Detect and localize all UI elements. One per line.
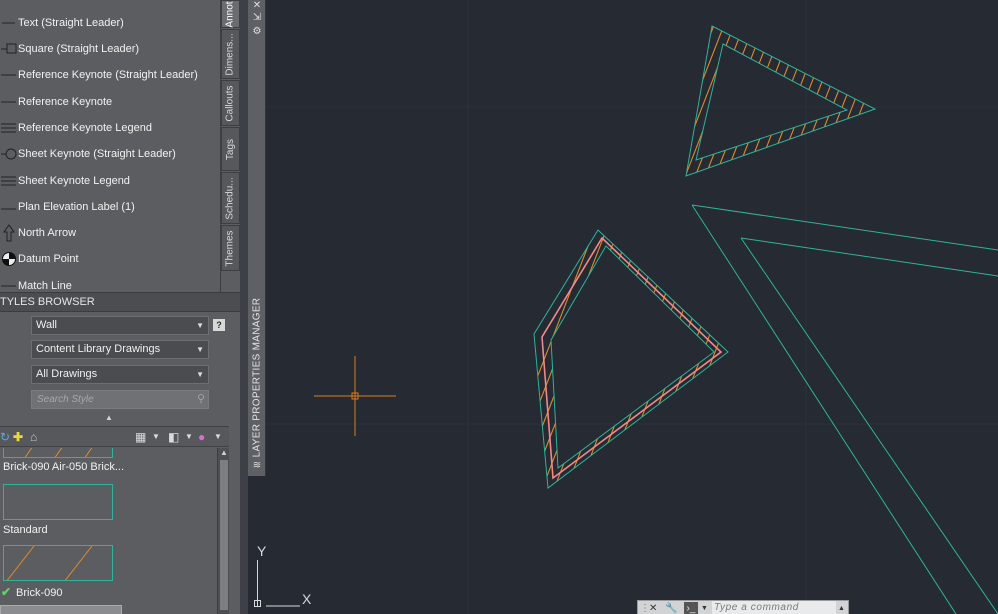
close-icon[interactable]: ✕ bbox=[649, 602, 657, 614]
sheet-keynote-leader-icon bbox=[0, 145, 18, 163]
current-style-check-icon: ✔ bbox=[1, 585, 12, 599]
ucs-x-label: X bbox=[302, 591, 312, 607]
tab-callouts[interactable]: Callouts bbox=[221, 80, 240, 126]
drawing-geometry: Y X bbox=[266, 0, 998, 614]
tool-match-line[interactable]: Match Line bbox=[0, 275, 222, 292]
chevron-down-icon[interactable]: ▼ bbox=[214, 429, 222, 445]
style-name[interactable]: Brick-090 Air-050 Brick... bbox=[3, 461, 124, 473]
purge-icon[interactable]: ⌂ bbox=[30, 429, 37, 445]
tab-themes[interactable]: Themes bbox=[221, 225, 240, 271]
display-icon[interactable]: ◧ bbox=[168, 429, 179, 445]
source-dropdown[interactable]: Content Library Drawings ▼ bbox=[31, 340, 209, 359]
ucs-y-axis-label: Y bbox=[257, 543, 267, 559]
chevron-down-icon: ▼ bbox=[196, 321, 204, 330]
next-style-swatch[interactable] bbox=[0, 605, 122, 614]
tool-palette: Text (Straight Leader) Square (Straight … bbox=[0, 0, 222, 292]
color-wheel-icon[interactable]: ● bbox=[198, 429, 205, 445]
tool-square-straight-leader[interactable]: Square (Straight Leader) bbox=[0, 38, 222, 60]
elevation-label-icon bbox=[0, 198, 18, 216]
collapse-arrow-icon[interactable]: ▲ bbox=[105, 413, 113, 422]
style-name[interactable]: Standard bbox=[3, 524, 48, 536]
filter-dropdown[interactable]: All Drawings ▼ bbox=[31, 365, 209, 384]
command-line[interactable]: ⋮ ✕ 🔧 ›_ ▼ Type a command ▲ bbox=[637, 600, 849, 614]
chevron-down-icon: ▼ bbox=[196, 345, 204, 354]
layers-icon[interactable]: ≋ bbox=[250, 460, 264, 472]
tool-datum-point[interactable]: Datum Point bbox=[0, 248, 222, 270]
ucs-origin-box bbox=[254, 600, 261, 607]
styles-browser-title: TYLES BROWSER bbox=[0, 292, 240, 312]
layer-properties-manager-strip: ✕ ⇲ ⚙ LAYER PROPERTIES MANAGER ≋ bbox=[248, 0, 266, 476]
pin-icon[interactable]: ⇲ bbox=[250, 12, 264, 24]
chevron-down-icon[interactable]: ▼ bbox=[152, 429, 160, 445]
tool-reference-keynote[interactable]: Reference Keynote bbox=[0, 91, 222, 113]
autocad-window: Text (Straight Leader) Square (Straight … bbox=[0, 0, 998, 614]
tab-annotation[interactable]: Annot bbox=[221, 0, 240, 28]
search-icon: ⚲ bbox=[196, 393, 205, 405]
command-input[interactable]: Type a command bbox=[712, 601, 836, 614]
keynote-icon bbox=[0, 93, 18, 111]
style-name[interactable]: Brick-090 bbox=[16, 587, 62, 599]
chevron-down-icon: ▼ bbox=[196, 370, 204, 379]
match-line-icon bbox=[0, 277, 18, 292]
add-style-icon[interactable]: ✚ bbox=[13, 429, 23, 445]
properties-icon[interactable]: ⚙ bbox=[250, 26, 264, 38]
tab-tags[interactable]: Tags bbox=[221, 127, 240, 171]
keynote-leader-icon bbox=[0, 66, 18, 84]
chevron-down-icon[interactable]: ▼ bbox=[701, 602, 708, 614]
palette-divider bbox=[240, 0, 248, 614]
panel-edge bbox=[229, 426, 240, 614]
tool-reference-keynote-straight-leader[interactable]: Reference Keynote (Straight Leader) bbox=[0, 64, 222, 86]
refresh-icon[interactable]: ↻ bbox=[0, 429, 10, 445]
scroll-up-icon[interactable]: ▲ bbox=[220, 448, 228, 457]
help-icon[interactable]: ? bbox=[213, 319, 225, 331]
tool-palette-tabs: Annot Dimens... Callouts Tags Schedu... … bbox=[220, 0, 240, 292]
square-leader-icon bbox=[0, 40, 18, 58]
north-arrow-icon bbox=[0, 224, 18, 242]
style-list-scrollbar[interactable]: ▲ bbox=[217, 448, 229, 614]
style-list: Brick-090 Air-050 Brick... Standard ✔ Br… bbox=[0, 448, 218, 614]
drawing-canvas[interactable]: Y X bbox=[266, 0, 998, 614]
tool-reference-keynote-legend[interactable]: Reference Keynote Legend bbox=[0, 117, 222, 139]
view-grid-icon[interactable]: ▦ bbox=[135, 429, 146, 445]
layer-properties-manager-title[interactable]: LAYER PROPERTIES MANAGER bbox=[252, 287, 263, 469]
tab-dimensions[interactable]: Dimens... bbox=[221, 29, 240, 79]
selected-quad-wall[interactable] bbox=[482, 210, 770, 520]
customize-wrench-icon[interactable]: 🔧 bbox=[665, 602, 677, 614]
prompt-icon[interactable]: ›_ bbox=[684, 602, 698, 614]
scrollbar-thumb[interactable] bbox=[220, 460, 228, 610]
chevron-down-icon[interactable]: ▼ bbox=[185, 429, 193, 445]
tool-sheet-keynote-straight-leader[interactable]: Sheet Keynote (Straight Leader) bbox=[0, 143, 222, 165]
ucs-icon bbox=[266, 605, 300, 607]
triangle-wall[interactable] bbox=[646, 20, 896, 200]
tab-schedules[interactable]: Schedu... bbox=[221, 172, 240, 224]
styles-toolbar: ↻ ✚ ⌂ ▦ ▼ ◧ ▼ ● ▼ bbox=[0, 426, 229, 447]
tool-sheet-keynote-legend[interactable]: Sheet Keynote Legend bbox=[0, 170, 222, 192]
chevron-up-icon[interactable]: ▲ bbox=[838, 602, 845, 614]
tool-text-straight-leader[interactable]: Text (Straight Leader) bbox=[0, 12, 222, 34]
search-style-input[interactable]: Search Style ⚲ bbox=[31, 390, 209, 409]
object-type-dropdown[interactable]: Wall ▼ bbox=[31, 316, 209, 335]
datum-point-icon bbox=[0, 250, 18, 268]
style-swatch[interactable] bbox=[3, 448, 113, 458]
keynote-legend-icon bbox=[0, 119, 18, 137]
close-icon[interactable]: ✕ bbox=[250, 0, 264, 12]
sheet-keynote-legend-icon bbox=[0, 172, 18, 190]
tool-north-arrow[interactable]: North Arrow bbox=[0, 222, 222, 244]
long-angled-wall[interactable] bbox=[691, 204, 998, 614]
tool-plan-elevation-label[interactable]: Plan Elevation Label (1) bbox=[0, 196, 222, 218]
style-swatch[interactable] bbox=[3, 545, 113, 581]
text-leader-icon bbox=[0, 14, 18, 32]
style-swatch[interactable] bbox=[3, 484, 113, 520]
